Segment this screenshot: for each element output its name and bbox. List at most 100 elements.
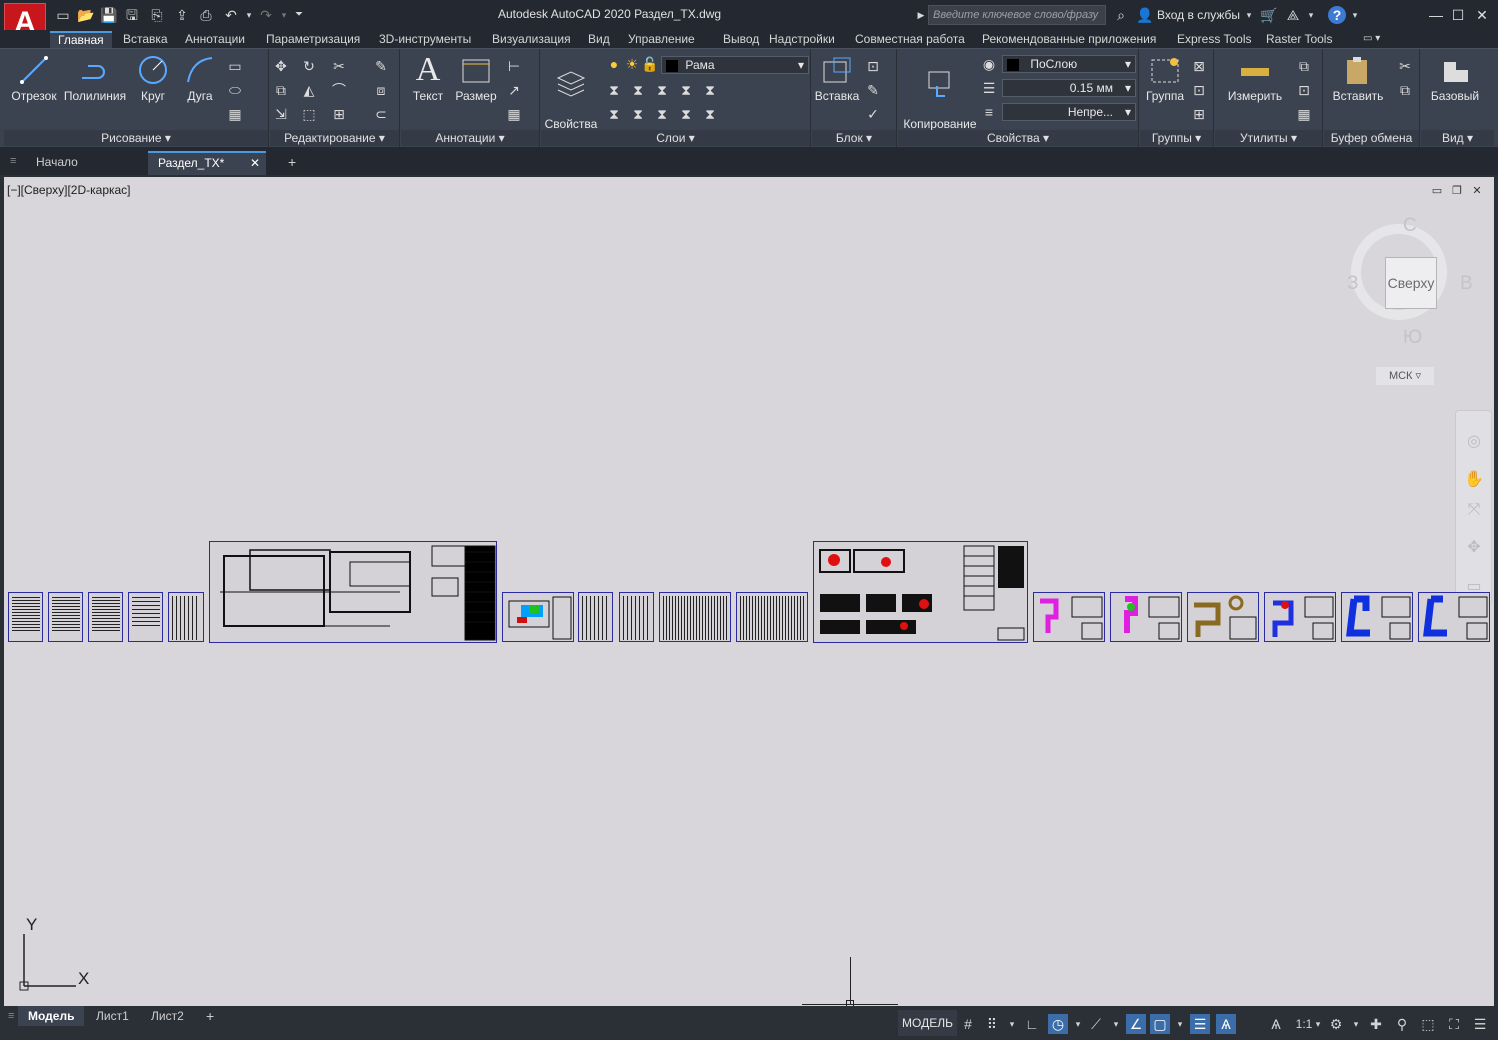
viewport-restore-icon[interactable]: ❐ bbox=[1450, 185, 1464, 197]
measure-button[interactable]: Измерить bbox=[1221, 53, 1289, 103]
linear-dim-icon[interactable]: ⊢ bbox=[505, 57, 523, 75]
minimize-icon[interactable]: — bbox=[1425, 5, 1447, 25]
save-as-icon[interactable]: 🖫 bbox=[123, 6, 141, 24]
orbit-icon[interactable]: ✥ bbox=[1464, 537, 1484, 557]
layer-lock-icon[interactable]: 🔓 bbox=[641, 55, 659, 73]
viewcube[interactable]: Сверху bbox=[1385, 257, 1437, 309]
infer-constraints-icon[interactable]: ∟ bbox=[1022, 1014, 1042, 1034]
layer-tool-7-icon[interactable]: ⧗ bbox=[629, 105, 647, 123]
rotate-icon[interactable]: ↻ bbox=[300, 57, 318, 75]
layer-tool-8-icon[interactable]: ⧗ bbox=[653, 105, 671, 123]
trim-icon[interactable]: ✂ bbox=[330, 57, 348, 75]
panel-block-title[interactable]: Блок ▾ bbox=[812, 130, 896, 146]
group-button[interactable]: Группа bbox=[1142, 53, 1188, 103]
tab-addins[interactable]: Надстройки bbox=[761, 31, 843, 48]
new-tab-button[interactable]: + bbox=[278, 151, 306, 175]
customization-icon[interactable]: ☰ bbox=[1470, 1014, 1490, 1034]
signin-dropdown-icon[interactable]: ▾ bbox=[1240, 6, 1258, 24]
scale-dropdown-icon[interactable]: ▾ bbox=[1308, 1014, 1328, 1034]
tab-layout1[interactable]: Лист1 bbox=[86, 1006, 139, 1026]
drawing-canvas[interactable]: [−][Сверху][2D-каркас] ▭ ❐ ✕ Сверху С Ю … bbox=[4, 177, 1494, 1006]
new-file-icon[interactable]: ▭ bbox=[54, 6, 72, 24]
mirror-icon[interactable]: ◭ bbox=[300, 81, 318, 99]
insert-block-button[interactable]: Вставка bbox=[814, 53, 860, 103]
layer-tool-10-icon[interactable]: ⧗ bbox=[701, 105, 719, 123]
workspace-dropdown-icon[interactable]: ▾ bbox=[1346, 1014, 1366, 1034]
tab-insert[interactable]: Вставка bbox=[115, 31, 176, 48]
help-icon[interactable]: ? bbox=[1328, 6, 1346, 24]
ellipse-icon[interactable]: ⬭ bbox=[226, 81, 244, 99]
compass-west[interactable]: З bbox=[1347, 273, 1358, 295]
table-icon[interactable]: ▦ bbox=[505, 105, 523, 123]
tab-visualize[interactable]: Визуализация bbox=[484, 31, 579, 48]
web-save-icon[interactable]: ⇪ bbox=[173, 6, 191, 24]
tab-layout2[interactable]: Лист2 bbox=[141, 1006, 194, 1026]
panel-properties-title[interactable]: Свойства ▾ bbox=[898, 130, 1138, 146]
undo-icon[interactable]: ↶ bbox=[222, 6, 240, 24]
lineweight-toggle-icon[interactable]: ☰ bbox=[1190, 1014, 1210, 1034]
dimension-button[interactable]: Размер bbox=[453, 53, 499, 103]
base-view-button[interactable]: Базовый bbox=[1427, 53, 1483, 103]
leader-icon[interactable]: ↗ bbox=[505, 81, 523, 99]
steering-wheel-icon[interactable]: ◎ bbox=[1464, 431, 1484, 451]
layout-menu-icon[interactable]: ≡ bbox=[8, 1010, 14, 1022]
polyline-button[interactable]: Полилиния bbox=[62, 53, 128, 103]
array-icon[interactable]: ⊞ bbox=[330, 105, 348, 123]
isolate-objects-icon[interactable]: ⬚ bbox=[1418, 1014, 1438, 1034]
viewport-close-icon[interactable]: ✕ bbox=[1470, 185, 1484, 197]
object-snap-tracking-icon[interactable]: ∠ bbox=[1126, 1014, 1146, 1034]
ungroup-icon[interactable]: ⊠ bbox=[1190, 57, 1208, 75]
group-edit-icon[interactable]: ⊡ bbox=[1190, 81, 1208, 99]
hatch-icon[interactable]: ▦ bbox=[226, 105, 244, 123]
color-dropdown[interactable]: ПоСлою ▾ bbox=[1002, 55, 1136, 73]
annotation-visibility-icon[interactable]: Ѧ bbox=[1216, 1014, 1236, 1034]
quick-access-menu-icon[interactable]: ⏷ bbox=[290, 6, 308, 24]
layer-tool-2-icon[interactable]: ⧗ bbox=[629, 81, 647, 99]
ribbon-toggle-icon[interactable]: ▭ ▾ bbox=[1355, 31, 1388, 48]
erase-icon[interactable]: ✎ bbox=[372, 57, 390, 75]
model-space-toggle[interactable]: МОДЕЛЬ bbox=[898, 1010, 957, 1036]
quick-select-icon[interactable]: ⧉ bbox=[1295, 57, 1313, 75]
tab-view[interactable]: Вид bbox=[580, 31, 618, 48]
zoom-extents-icon[interactable]: ⤧ bbox=[1464, 501, 1484, 521]
copy-clip-icon[interactable]: ⧉ bbox=[1396, 81, 1414, 99]
text-button[interactable]: A Текст bbox=[407, 51, 449, 103]
polar-tracking-icon[interactable]: ◷ bbox=[1048, 1014, 1068, 1034]
search-input[interactable]: Введите ключевое слово/фразу bbox=[928, 5, 1106, 25]
layer-freeze-icon[interactable]: ☀ bbox=[623, 55, 641, 73]
compass-south[interactable]: Ю bbox=[1403, 327, 1422, 349]
tab-start[interactable]: Начало bbox=[26, 151, 88, 175]
snap-icon[interactable]: ⠿ bbox=[982, 1014, 1002, 1034]
panel-modify-title[interactable]: Редактирование ▾ bbox=[270, 130, 399, 146]
ucs-menu[interactable]: МСК ▿ bbox=[1376, 367, 1434, 385]
line-button[interactable]: Отрезок bbox=[8, 53, 60, 103]
web-open-icon[interactable]: ⎘ bbox=[148, 6, 166, 24]
tab-express-tools[interactable]: Express Tools bbox=[1169, 31, 1259, 48]
layer-on-icon[interactable]: ● bbox=[605, 55, 623, 73]
tab-home[interactable]: Главная bbox=[50, 31, 112, 48]
signin-label[interactable]: Вход в службы bbox=[1157, 8, 1240, 22]
rectangle-icon[interactable]: ▭ bbox=[226, 57, 244, 75]
edit-block-icon[interactable]: ✎ bbox=[864, 81, 882, 99]
stretch-icon[interactable]: ⇲ bbox=[272, 105, 290, 123]
linetype-icon[interactable]: ≡ bbox=[980, 103, 998, 121]
object-snap-icon[interactable]: ▢ bbox=[1150, 1014, 1170, 1034]
calculator-icon[interactable]: ▦ bbox=[1295, 105, 1313, 123]
workspace-gear-icon[interactable]: ⚙ bbox=[1326, 1014, 1346, 1034]
grid-icon[interactable]: # bbox=[958, 1014, 978, 1034]
explode-icon[interactable]: ⧈ bbox=[372, 81, 390, 99]
clean-screen-icon[interactable]: ⛶ bbox=[1444, 1014, 1464, 1034]
paste-button[interactable]: Вставить bbox=[1328, 53, 1388, 103]
tab-current-drawing[interactable]: Раздел_ТХ* ✕ bbox=[148, 151, 266, 175]
help-dropdown-icon[interactable]: ▾ bbox=[1346, 6, 1364, 24]
add-layout-button[interactable]: + bbox=[196, 1006, 224, 1026]
binoculars-icon[interactable]: ⌕ bbox=[1112, 6, 1130, 24]
pan-icon[interactable]: ✋ bbox=[1464, 469, 1484, 489]
compass-east[interactable]: В bbox=[1460, 273, 1473, 295]
redo-icon[interactable]: ↷ bbox=[257, 6, 275, 24]
layer-tool-1-icon[interactable]: ⧗ bbox=[605, 81, 623, 99]
lineweight-dropdown[interactable]: 0.15 мм ▾ bbox=[1002, 79, 1136, 97]
viewport-minimize-icon[interactable]: ▭ bbox=[1430, 185, 1444, 197]
maximize-icon[interactable]: ☐ bbox=[1447, 5, 1469, 25]
layer-dropdown[interactable]: Рама ▾ bbox=[661, 56, 809, 74]
